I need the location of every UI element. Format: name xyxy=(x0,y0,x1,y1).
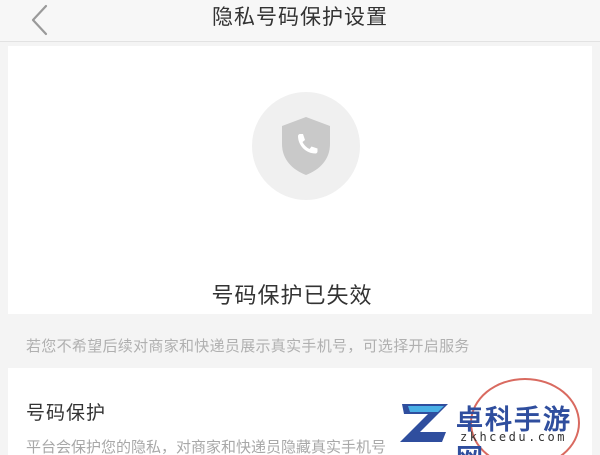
protection-status-text: 号码保护已失效 xyxy=(211,284,373,309)
service-hint: 若您不希望后续对商家和快递员展示真实手机号，可选择开启服务 xyxy=(26,337,470,355)
page-title: 隐私号码保护设置 xyxy=(212,5,388,29)
setting-description: 平台会保护您的隐私，对商家和快递员隐藏真实手机号 xyxy=(26,438,387,455)
shield-phone-icon xyxy=(282,117,330,175)
enable-toggle-highlight[interactable] xyxy=(470,378,580,455)
status-icon-circle xyxy=(252,92,360,200)
number-protection-setting[interactable]: 号码保护 平台会保护您的隐私，对商家和快递员隐藏真实手机号 xyxy=(8,368,592,455)
protection-status-card: 号码保护已失效 xyxy=(8,46,592,314)
privacy-settings-page: 隐私号码保护设置 号码保护已失效 若您不希望后续对商家和快递员展示真实手机号，可… xyxy=(0,0,600,455)
top-nav-bar: 隐私号码保护设置 xyxy=(0,0,600,42)
setting-title: 号码保护 xyxy=(26,402,107,424)
